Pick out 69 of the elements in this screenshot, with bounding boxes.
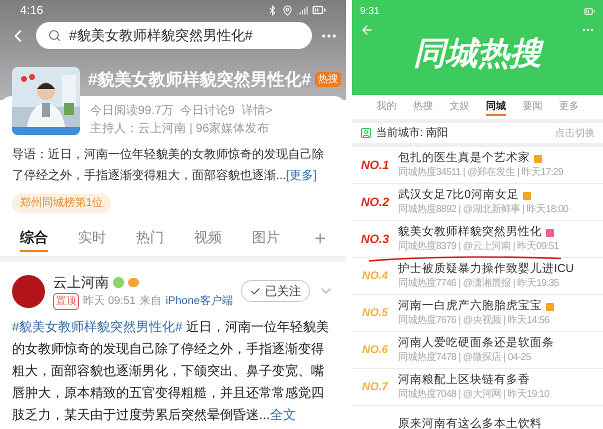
rank-number: NO.5	[361, 306, 389, 321]
rank-number: NO.4	[361, 268, 389, 284]
topic-stats: 今日阅读99.7万 今日讨论9 详情>	[90, 102, 274, 118]
more-link[interactable]: [更多]	[286, 168, 317, 182]
status-time: 4:16	[20, 2, 44, 19]
tab[interactable]: 综合	[20, 226, 48, 252]
battery-icon	[312, 3, 326, 17]
item-meta: 同城热度7676 | @央视频 | 昨天14:56	[398, 314, 550, 327]
item-title: 武汉女足7比0河南女足	[398, 188, 519, 203]
item-meta: 同城热度7048 | @大河网 | 昨天19:10	[398, 388, 550, 401]
tab[interactable]: 我的	[376, 98, 396, 116]
topic-host: 主持人：云上河南 | 96家媒体发布	[90, 120, 270, 136]
item-meta: 同城热度7478 | @微探店 | 04-25	[398, 351, 532, 364]
author-name[interactable]: 云上河南	[53, 272, 109, 293]
hot-search-item[interactable]: 原来河南有这么多本土饮料	[352, 406, 603, 429]
back-icon[interactable]	[360, 23, 374, 37]
hot-search-badge: 热搜	[314, 72, 341, 88]
follow-button[interactable]: 已关注	[241, 280, 310, 302]
tab[interactable]: 热门	[136, 226, 164, 252]
tab[interactable]: 更多	[558, 98, 579, 116]
tab[interactable]: 实时	[78, 226, 106, 252]
hot-search-item[interactable]: NO.4 护士被质疑暴力操作致婴儿进ICU 同城热度7746 | @潇湘晨报 | 昨天19:35	[352, 258, 603, 295]
item-title: 貌美女教师样貌突然男性化	[398, 225, 542, 240]
search-field[interactable]: #貌美女教师样貌突然男性化#	[36, 22, 312, 49]
hot-search-item[interactable]: NO.1 包扎的医生真是个艺术家 同城热度34511 | @郑在发生 | 昨天17:29	[352, 147, 603, 184]
check-icon	[250, 286, 261, 296]
hot-search-item[interactable]: NO.3 貌美女教师样貌突然男性化 同城热度8379 | @云上河南 | 昨天09:51	[352, 221, 603, 258]
tab[interactable]: 图片	[252, 226, 280, 252]
search-icon	[48, 29, 61, 42]
item-meta: 同城热度8892 | @湖北新鲜事 | 昨天18:00	[398, 203, 568, 216]
rank-number: NO.7	[361, 380, 390, 395]
item-title: 河南一白虎产六胞胎虎宝宝	[398, 299, 542, 314]
tab[interactable]: 文娱	[449, 98, 470, 116]
hashtag-link[interactable]: #貌美女教师样貌突然男性化#	[12, 319, 182, 334]
tab[interactable]: 要闻	[522, 98, 542, 116]
current-city: 当前城市: 南阳	[376, 126, 448, 141]
add-tab-button[interactable]: +	[314, 229, 326, 249]
tab[interactable]: 视频	[194, 226, 222, 252]
rank-number: NO.1	[360, 157, 390, 174]
rank-number: NO.3	[360, 231, 390, 248]
avatar[interactable]	[12, 274, 45, 308]
item-title: 原来河南有这么多本土饮料	[398, 416, 542, 429]
intro-text: 导语：近日，河南一位年轻貌美的女教师惊奇的发现自己除了停经之外，手指逐渐变得粗大，面部容貌也逐渐...[更多]	[11, 146, 325, 184]
item-title: 河南粮配上区块链有多香	[398, 373, 530, 388]
topic-title: #貌美女教师样貌突然男性化#	[88, 69, 311, 91]
item-meta: 同城热度7746 | @潇湘晨报 | 昨天19:35	[398, 277, 560, 290]
banner-title: 同城热搜	[414, 37, 542, 69]
pinned-tag: 置顶	[53, 293, 79, 310]
full-text-link[interactable]: 全文	[270, 407, 296, 422]
item-meta: 同城热度34511 | @郑在发生 | 昨天17:29	[398, 166, 564, 179]
post-body: #貌美女教师样貌突然男性化# 近日，河南一位年轻貌美的女教师惊奇的发现自己除了停经之外，手指逐渐变得粗大，面部容貌也逐渐男化，下颌突出、鼻子变宽、嘴唇肿大，原本精致的五官变得粗糙，并且还常常感觉四肢乏力，某天由于过度劳累后突然晕倒昏迷...全文	[11, 318, 330, 424]
rank-number: NO.2	[360, 194, 390, 211]
item-title: 河南人爱吃硬面条还是软面条	[398, 336, 554, 351]
status-time: 9:31	[360, 5, 380, 19]
rank-number: NO.6	[361, 342, 389, 358]
item-title: 护士被质疑暴力操作致婴儿进ICU	[398, 262, 574, 277]
tab[interactable]: 热搜	[412, 98, 433, 116]
bluetooth-icon	[267, 4, 278, 16]
battery-icon	[584, 6, 595, 17]
item-meta: 同城热度8379 | @云上河南 | 昨天09:51	[398, 240, 559, 253]
hot-search-item[interactable]: NO.2 武汉女足7比0河南女足 同城热度8892 | @湖北新鲜事 | 昨天18:00	[352, 184, 603, 221]
source-label: 来自	[140, 294, 162, 310]
signal-icon	[297, 4, 308, 16]
hot-search-item[interactable]: NO.7 河南粮配上区块链有多香 同城热度7048 | @大河网 | 昨天19:10	[352, 369, 603, 406]
post-time: 昨天 09:51	[83, 294, 136, 310]
tab[interactable]: 同城	[486, 98, 506, 116]
hot-search-item[interactable]: NO.5 河南一白虎产六胞胎虎宝宝 同城热度7676 | @央视频 | 昨天14:56	[352, 295, 603, 332]
item-title: 包扎的医生真是个艺术家	[398, 151, 530, 166]
source-link[interactable]: iPhone客户端	[166, 293, 233, 310]
